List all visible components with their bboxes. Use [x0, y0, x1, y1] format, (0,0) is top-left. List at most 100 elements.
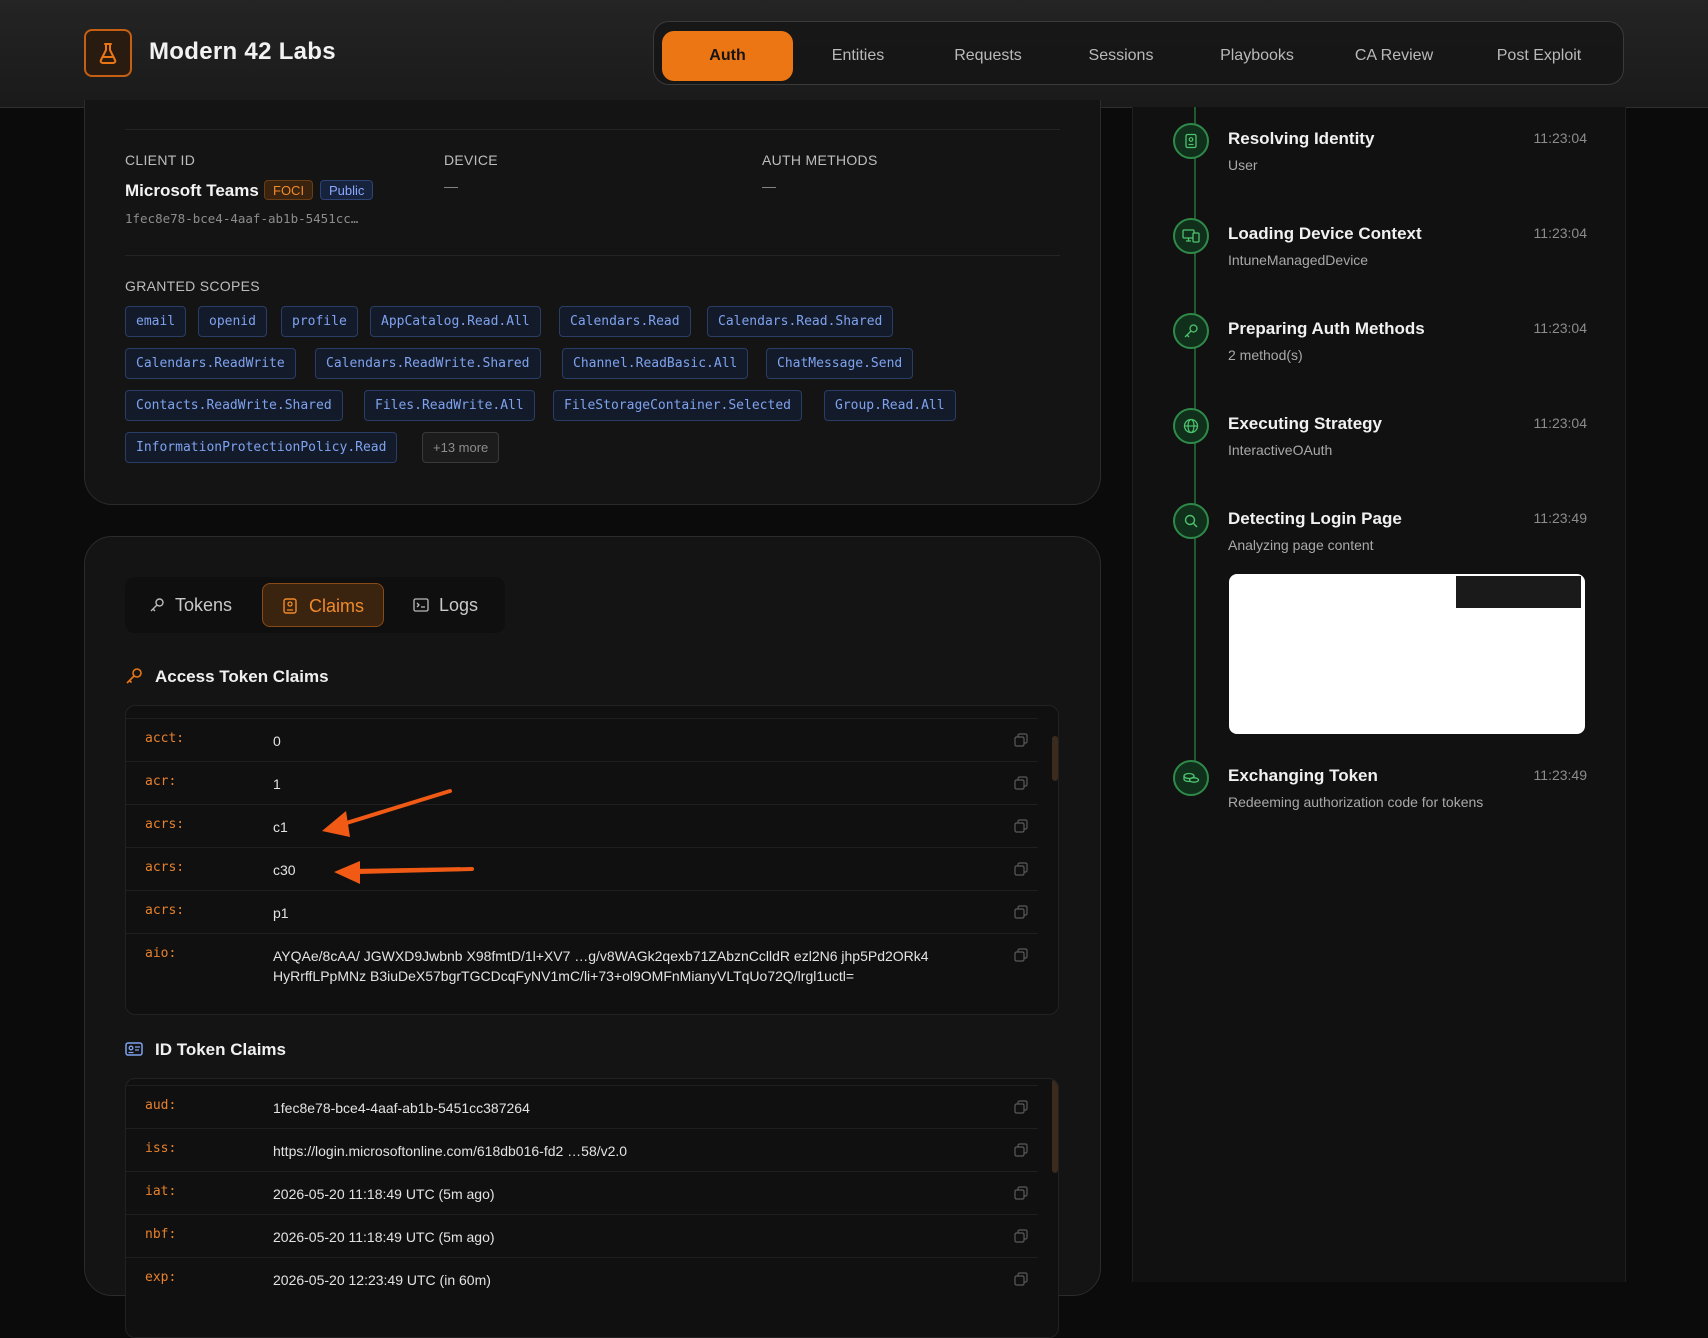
key-icon: [126, 668, 142, 684]
copy-icon[interactable]: [1014, 1229, 1028, 1243]
claim-value: 0: [273, 733, 281, 749]
claim-key: iss:: [145, 1141, 177, 1156]
step-title: Loading Device Context: [1228, 224, 1422, 243]
copy-icon[interactable]: [1014, 819, 1028, 833]
scope-chip: InformationProtectionPolicy.Read: [125, 432, 398, 463]
copy-icon[interactable]: [1014, 905, 1028, 919]
copy-icon[interactable]: [1014, 862, 1028, 876]
login-page-preview[interactable]: [1229, 574, 1585, 734]
table-row: aud: 1fec8e78-bce4-4aaf-ab1b-5451cc38726…: [126, 1085, 1038, 1129]
nav-requests[interactable]: Requests: [923, 31, 1053, 81]
scope-chip: Channel.ReadBasic.All: [562, 348, 749, 379]
copy-icon[interactable]: [1014, 733, 1028, 747]
claim-value: 1fec8e78-bce4-4aaf-ab1b-5451cc387264: [273, 1100, 530, 1116]
timeline-step: Exchanging Token Redeeming authorization…: [1133, 748, 1625, 838]
scope-chip: email: [125, 306, 187, 337]
claim-key: iat:: [145, 1184, 177, 1199]
step-subtitle: User: [1228, 157, 1258, 173]
client-details-card: CLIENT ID DEVICE AUTH METHODS Microsoft …: [84, 100, 1101, 505]
scope-chip: Calendars.ReadWrite.Shared: [315, 348, 541, 379]
table-row: aio: AYQAe/8cAA/ JGWXD9Jwbnb X98fmtD/1l+…: [126, 933, 1038, 1014]
claim-value: 2026-05-20 11:18:49 UTC (5m ago): [273, 1229, 495, 1245]
devices-icon: [1173, 218, 1209, 254]
step-title: Detecting Login Page: [1228, 509, 1402, 528]
claim-key: exp:: [145, 1270, 177, 1285]
step-time: 11:23:04: [1533, 225, 1587, 241]
copy-icon[interactable]: [1014, 776, 1028, 790]
claim-value: 2026-05-20 11:18:49 UTC (5m ago): [273, 1186, 495, 1202]
nav-sessions[interactable]: Sessions: [1056, 31, 1186, 81]
nav-post-exploit[interactable]: Post Exploit: [1464, 31, 1614, 81]
id-card-icon: [125, 1042, 143, 1056]
device-value: —: [444, 178, 458, 194]
claim-key: acrs:: [145, 903, 185, 918]
table-row: iss: https://login.microsoftonline.com/6…: [126, 1128, 1038, 1172]
nav-auth[interactable]: Auth: [662, 31, 793, 81]
divider: [125, 255, 1060, 256]
annotation-arrow-icon: [334, 861, 474, 884]
step-title: Preparing Auth Methods: [1228, 319, 1425, 338]
table-row: acct: 0: [126, 718, 1038, 762]
terminal-icon: [413, 598, 429, 612]
copy-icon[interactable]: [1014, 1143, 1028, 1157]
id-claims-table: aud: 1fec8e78-bce4-4aaf-ab1b-5451cc38726…: [125, 1078, 1059, 1338]
brand-name: Modern 42 Labs: [149, 38, 336, 65]
step-time: 11:23:04: [1533, 415, 1587, 431]
scope-chip: Contacts.ReadWrite.Shared: [125, 390, 343, 421]
claim-key: aio:: [145, 946, 177, 961]
claim-value: 2026-05-20 12:23:49 UTC (in 60m): [273, 1272, 491, 1288]
copy-icon[interactable]: [1014, 948, 1028, 962]
claim-value: AYQAe/8cAA/ JGWXD9Jwbnb X98fmtD/1l+XV7 ……: [273, 948, 929, 984]
step-subtitle: Redeeming authorization code for tokens: [1228, 794, 1484, 810]
client-id-label: CLIENT ID: [125, 152, 196, 168]
client-id-value: 1fec8e78-bce4-4aaf-ab1b-5451cc…: [125, 211, 359, 226]
step-time: 11:23:04: [1533, 130, 1587, 146]
main-nav: Auth Entities Requests Sessions Playbook…: [653, 21, 1624, 85]
step-title: Exchanging Token: [1228, 766, 1378, 785]
copy-icon[interactable]: [1014, 1186, 1028, 1200]
id-token-claims-title: ID Token Claims: [155, 1040, 286, 1059]
token-tabs: Tokens Claims Logs: [125, 577, 505, 633]
table-row: acrs: c30: [126, 847, 1038, 891]
key-icon: [1173, 313, 1209, 349]
copy-icon[interactable]: [1014, 1100, 1028, 1114]
table-row: nbf: 2026-05-20 11:18:49 UTC (5m ago): [126, 1214, 1038, 1258]
scope-chip: Group.Read.All: [824, 390, 956, 421]
step-time: 11:23:04: [1533, 320, 1587, 336]
tab-claims-label: Claims: [309, 596, 365, 616]
scrollbar[interactable]: [1052, 1079, 1058, 1173]
granted-scopes-label: GRANTED SCOPES: [125, 278, 260, 294]
scrollbar[interactable]: [1052, 736, 1058, 781]
table-row: acrs: c1: [126, 804, 1038, 848]
scope-chip: Calendars.ReadWrite: [125, 348, 296, 379]
more-scopes-button[interactable]: +13 more: [422, 432, 500, 463]
table-row: acr: 1: [126, 761, 1038, 805]
scope-chip: AppCatalog.Read.All: [370, 306, 541, 337]
foci-badge: FOCI: [264, 180, 314, 200]
timeline-step: Preparing Auth Methods 2 method(s) 11:23…: [1133, 301, 1625, 391]
table-row: acrs: p1: [126, 890, 1038, 934]
auth-methods-label: AUTH METHODS: [762, 152, 878, 168]
flask-logo-icon[interactable]: [84, 29, 132, 77]
device-label: DEVICE: [444, 152, 498, 168]
nav-entities[interactable]: Entities: [796, 31, 920, 81]
tab-logs-label: Logs: [439, 595, 479, 615]
claim-key: acr:: [145, 774, 177, 789]
tab-tokens[interactable]: Tokens: [131, 583, 253, 627]
preview-thumbnail: [1456, 576, 1581, 608]
timeline-step: Executing Strategy InteractiveOAuth 11:2…: [1133, 396, 1625, 486]
claim-value: p1: [273, 905, 289, 921]
user-badge-icon: [1173, 123, 1209, 159]
scope-chip: Calendars.Read: [559, 306, 691, 337]
nav-playbooks[interactable]: Playbooks: [1189, 31, 1325, 81]
claim-key: acrs:: [145, 860, 185, 875]
nav-ca-review[interactable]: CA Review: [1328, 31, 1460, 81]
timeline-step: Detecting Login Page Analyzing page cont…: [1133, 491, 1625, 581]
globe-icon: [1173, 408, 1209, 444]
copy-icon[interactable]: [1014, 1272, 1028, 1286]
step-subtitle: 2 method(s): [1228, 347, 1303, 363]
tab-claims[interactable]: Claims: [262, 583, 384, 627]
step-subtitle: InteractiveOAuth: [1228, 442, 1333, 458]
tab-logs[interactable]: Logs: [393, 583, 499, 627]
scope-chip: openid: [198, 306, 267, 337]
